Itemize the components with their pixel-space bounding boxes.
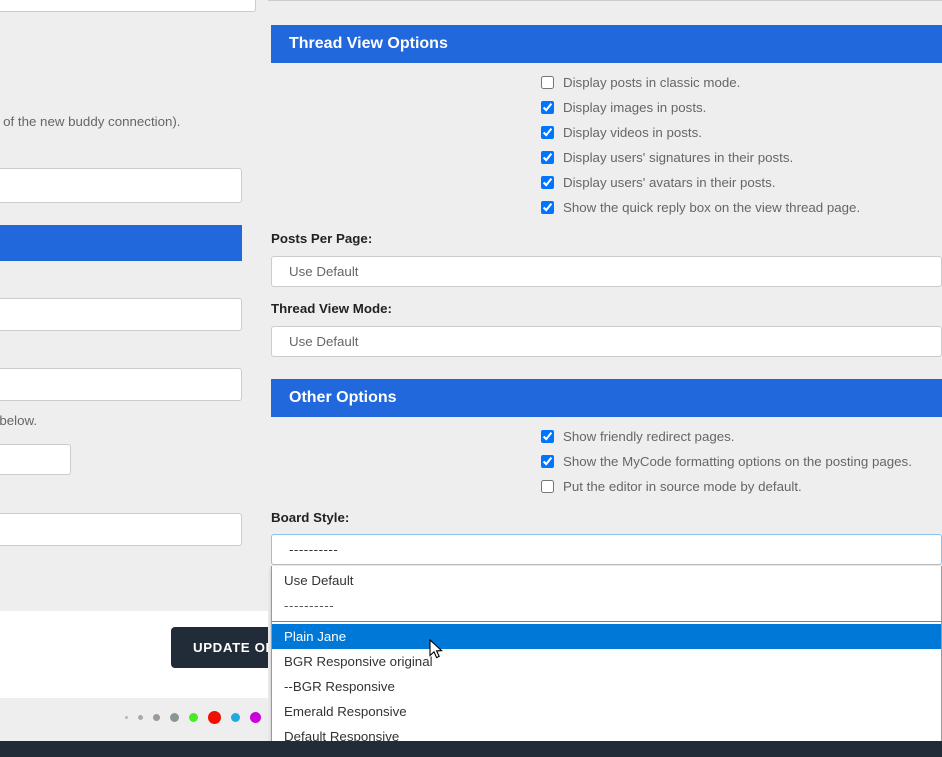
left-partial-input-3[interactable]: [0, 368, 242, 401]
update-options-button[interactable]: UPDATE OP: [171, 627, 268, 668]
checkbox-input[interactable]: [541, 480, 554, 493]
checkbox-display-images[interactable]: Display images in posts.: [271, 97, 706, 118]
checkbox-label: Put the editor in source mode by default…: [563, 479, 802, 494]
board-style-select[interactable]: ----------: [271, 534, 942, 565]
color-dot-2: [138, 714, 143, 720]
dropdown-option[interactable]: --BGR Responsive: [272, 674, 941, 699]
checkbox-label: Show friendly redirect pages.: [563, 429, 735, 444]
buddy-connection-text: g of the new buddy connection).: [0, 114, 181, 129]
checkbox-input[interactable]: [541, 101, 554, 114]
checkbox-input[interactable]: [541, 126, 554, 139]
color-dot-5: [189, 712, 198, 722]
left-partial-input-5[interactable]: [0, 513, 242, 546]
color-dot-7: [231, 712, 240, 722]
other-options-header: Other Options: [271, 379, 942, 417]
color-dot-3: [153, 713, 160, 721]
checkbox-input[interactable]: [541, 201, 554, 214]
dropdown-option[interactable]: Plain Jane: [272, 624, 941, 649]
checkbox-label: Show the quick reply box on the view thr…: [563, 200, 861, 215]
checkbox-display-signatures[interactable]: Display users' signatures in their posts…: [271, 147, 793, 168]
checkbox-input[interactable]: [541, 151, 554, 164]
left-partial-input-top[interactable]: [0, 0, 256, 12]
posts-per-page-select[interactable]: Use Default: [271, 256, 942, 287]
dropdown-option[interactable]: Use Default: [272, 568, 941, 593]
checkbox-editor-source-mode[interactable]: Put the editor in source mode by default…: [271, 476, 802, 497]
checkbox-input[interactable]: [541, 430, 554, 443]
left-clipped-column: g of the new buddy connection). t below.…: [0, 0, 268, 757]
checkbox-input[interactable]: [541, 176, 554, 189]
checkbox-mycode-formatting[interactable]: Show the MyCode formatting options on th…: [271, 451, 912, 472]
thread-view-options-header: Thread View Options: [271, 25, 942, 63]
checkbox-label: Show the MyCode formatting options on th…: [563, 454, 912, 469]
below-text-fragment: t below.: [0, 413, 38, 428]
other-options-title: Other Options: [289, 389, 397, 406]
dropdown-option[interactable]: ----------: [272, 593, 941, 618]
color-dot-1: [125, 715, 128, 719]
left-partial-input-1[interactable]: [0, 168, 242, 203]
posts-per-page-label: Posts Per Page:: [271, 231, 373, 246]
checkbox-label: Display users' avatars in their posts.: [563, 175, 776, 190]
options-main-content: Thread View Options Display posts in cla…: [268, 0, 942, 757]
top-divider: [268, 0, 942, 1]
board-style-dropdown-list[interactable]: Use Default ---------- Plain Jane BGR Respo…: [271, 566, 942, 753]
checkbox-display-videos[interactable]: Display videos in posts.: [271, 122, 702, 143]
color-dot-4: [170, 712, 179, 722]
checkbox-label: Display videos in posts.: [563, 125, 702, 140]
checkbox-input[interactable]: [541, 76, 554, 89]
thread-view-mode-label: Thread View Mode:: [271, 301, 392, 316]
checkbox-input[interactable]: [541, 455, 554, 468]
left-partial-input-2[interactable]: [0, 298, 242, 331]
left-partial-input-4[interactable]: [0, 444, 71, 475]
color-dot-6: [208, 710, 221, 724]
checkbox-display-avatars[interactable]: Display users' avatars in their posts.: [271, 172, 775, 193]
checkbox-friendly-redirect[interactable]: Show friendly redirect pages.: [271, 426, 734, 447]
dropdown-option[interactable]: BGR Responsive original: [272, 649, 941, 674]
left-partial-blue-button[interactable]: [0, 225, 242, 261]
thread-view-mode-select[interactable]: Use Default: [271, 326, 942, 357]
color-dots-indicator: [125, 709, 261, 725]
checkbox-label: Display images in posts.: [563, 100, 707, 115]
checkbox-display-posts-classic[interactable]: Display posts in classic mode.: [271, 72, 740, 93]
board-style-label: Board Style:: [271, 510, 350, 525]
color-dot-8: [250, 711, 261, 723]
checkbox-label: Display users' signatures in their posts…: [563, 150, 794, 165]
thread-view-options-title: Thread View Options: [289, 35, 448, 52]
dropdown-divider: [272, 621, 941, 622]
page-footer-bar: [0, 741, 942, 757]
checkbox-quick-reply-box[interactable]: Show the quick reply box on the view thr…: [271, 197, 860, 218]
dropdown-option[interactable]: Emerald Responsive: [272, 699, 941, 724]
checkbox-label: Display posts in classic mode.: [563, 75, 741, 90]
